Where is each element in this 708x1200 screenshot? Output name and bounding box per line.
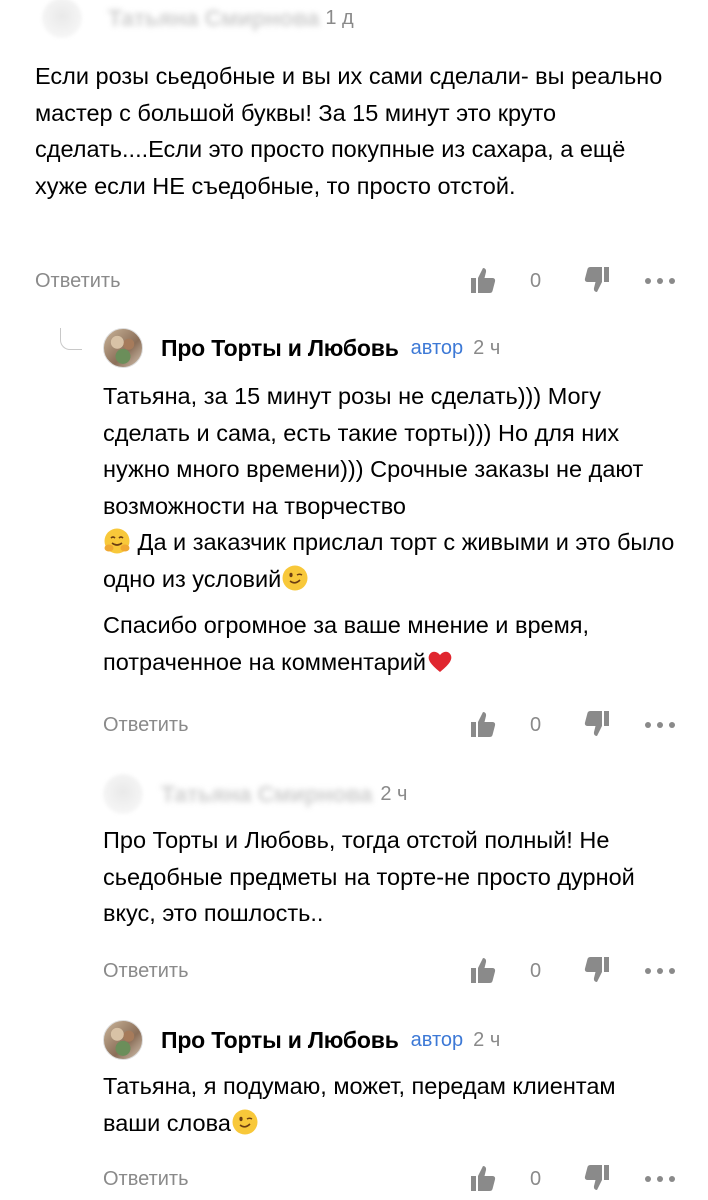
- thumbs-up-icon[interactable]: [467, 1160, 499, 1196]
- comment-actions: Ответить 0: [103, 706, 675, 746]
- likes-count: 0: [530, 270, 542, 292]
- thumbs-up-icon[interactable]: [467, 262, 499, 298]
- more-dots-icon[interactable]: [645, 966, 675, 976]
- comment-actions: Ответить 0: [35, 262, 675, 302]
- comment-time: 1 д: [325, 6, 354, 29]
- comment-text: Про Торты и Любовь, тогда отстой полный!…: [103, 822, 683, 932]
- thumbs-down-icon[interactable]: [581, 262, 613, 298]
- comment-header: Про Торты и Любовь автор 2 ч: [103, 1020, 500, 1060]
- hugging-face-emoji: [104, 528, 130, 554]
- thumbs-up-icon[interactable]: [467, 706, 499, 742]
- comment-paragraph: Спасибо огромное за ваше мнение и время,…: [103, 612, 589, 675]
- reply-button[interactable]: Ответить: [35, 270, 121, 293]
- comment-text: Татьяна, за 15 минут розы не сделать))) …: [103, 378, 675, 680]
- comment-time: 2 ч: [473, 336, 501, 359]
- reply-button[interactable]: Ответить: [103, 960, 189, 983]
- more-dots-icon[interactable]: [645, 1174, 675, 1184]
- comment-header: Татьяна Смирнова 1 д: [42, 0, 354, 38]
- reply-button[interactable]: Ответить: [103, 714, 189, 737]
- comment-time: 2 ч: [473, 1028, 501, 1051]
- thumbs-down-icon[interactable]: [581, 706, 613, 742]
- author-tag: автор: [410, 336, 464, 359]
- winking-face-emoji: [232, 1109, 258, 1134]
- thumbs-up-icon[interactable]: [467, 952, 499, 988]
- thumbs-down-icon[interactable]: [581, 1160, 613, 1196]
- author-name[interactable]: Татьяна Смирнова: [108, 5, 320, 32]
- author-name[interactable]: Татьяна Смирнова: [161, 781, 373, 808]
- comment-actions: Ответить 0: [103, 952, 675, 992]
- likes-count: 0: [530, 1168, 542, 1190]
- red-heart-emoji: [428, 651, 452, 672]
- comment-text: Татьяна, я подумаю, может, передам клиен…: [103, 1068, 675, 1141]
- comment-actions: Ответить 0: [103, 1160, 675, 1200]
- winking-face-emoji: [282, 565, 308, 590]
- comment-header: Про Торты и Любовь автор 2 ч: [103, 328, 500, 368]
- comment-text: Если розы сьедобные и вы их сами сделали…: [35, 58, 675, 204]
- author-name[interactable]: Про Торты и Любовь: [161, 335, 399, 362]
- thread-connector: [60, 328, 82, 350]
- avatar[interactable]: [42, 0, 82, 38]
- comment-paragraph: Да и заказчик прислал торт с живыми и эт…: [103, 528, 675, 592]
- author-name[interactable]: Про Торты и Любовь: [161, 1027, 399, 1054]
- reply-button[interactable]: Ответить: [103, 1168, 189, 1191]
- author-tag: автор: [410, 1028, 464, 1051]
- comment-time: 2 ч: [380, 782, 408, 805]
- comment-paragraph: Татьяна, я подумаю, может, передам клиен…: [103, 1073, 616, 1136]
- more-dots-icon[interactable]: [645, 276, 675, 286]
- avatar[interactable]: [103, 328, 143, 368]
- comment-paragraph: Про Торты и Любовь, тогда отстой полный!…: [103, 827, 635, 926]
- likes-count: 0: [530, 960, 542, 982]
- avatar[interactable]: [103, 774, 143, 814]
- thumbs-down-icon[interactable]: [581, 952, 613, 988]
- likes-count: 0: [530, 714, 542, 736]
- more-dots-icon[interactable]: [645, 720, 675, 730]
- avatar[interactable]: [103, 1020, 143, 1060]
- comment-paragraph: Если розы сьедобные и вы их сами сделали…: [35, 63, 663, 199]
- comment-paragraph: Татьяна, за 15 минут розы не сделать))) …: [103, 383, 644, 519]
- comment-header: Татьяна Смирнова 2 ч: [103, 774, 407, 814]
